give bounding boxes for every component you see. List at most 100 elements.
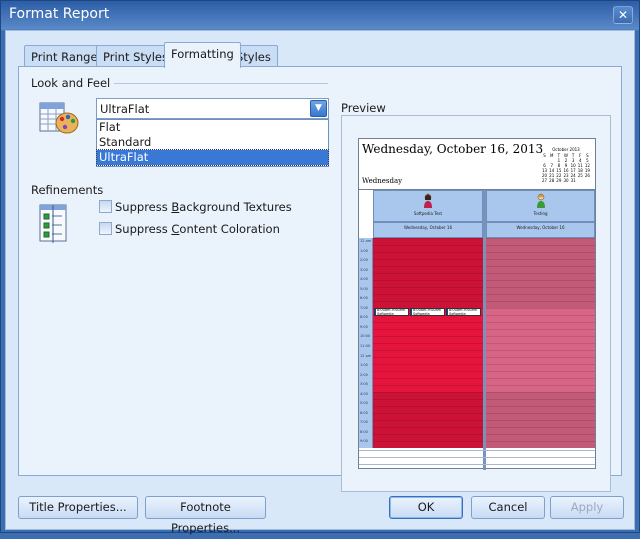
time-slot-label: 4:00 xyxy=(360,391,368,396)
mini-calendar-day xyxy=(584,178,591,183)
time-cell xyxy=(486,322,595,329)
suppress-background-textures-checkbox[interactable] xyxy=(99,200,112,213)
checklist-icon xyxy=(39,204,67,243)
time-cell xyxy=(373,406,483,413)
ok-button[interactable]: OK xyxy=(389,496,463,519)
time-slot-label: 5:00 xyxy=(360,401,368,406)
time-cell xyxy=(373,392,483,399)
time-cell xyxy=(486,378,595,385)
time-slot-label: 4:00 xyxy=(360,277,368,282)
time-slot-label: 9:00 xyxy=(360,324,368,329)
time-cell xyxy=(486,392,595,399)
time-slot-label: 7:00 xyxy=(360,305,368,310)
time-cell xyxy=(486,434,595,441)
appointment[interactable]: 8:00am-9:00am Softpedia xyxy=(374,308,409,316)
look-and-feel-combo[interactable]: UltraFlat ▼ xyxy=(96,98,329,119)
time-cell xyxy=(373,294,483,301)
empty-row xyxy=(359,450,595,457)
empty-row xyxy=(359,457,595,464)
time-cell xyxy=(486,350,595,357)
time-cell xyxy=(373,266,483,273)
tab-formatting[interactable]: Formatting xyxy=(164,42,241,68)
chevron-down-icon[interactable]: ▼ xyxy=(310,100,327,117)
time-cell xyxy=(486,371,595,378)
time-cell xyxy=(373,287,483,294)
time-cell xyxy=(373,336,483,343)
option-flat[interactable]: Flat xyxy=(97,120,328,135)
dialog-client-area: Print Ranges Print Styles Formatting Sty… xyxy=(5,30,635,535)
time-slot-label: 11:00 xyxy=(360,344,371,348)
appointment[interactable]: 8:00am-9:00am Softpedia xyxy=(446,308,481,316)
resource-header-1: Softpedia Test xyxy=(373,190,483,222)
time-slot-label: 1:00 xyxy=(360,248,368,253)
refinements-label: Refinements xyxy=(31,183,104,197)
time-cell xyxy=(373,399,483,406)
suppress-background-textures-row[interactable]: Suppress Background Textures xyxy=(99,200,292,216)
time-cell xyxy=(486,273,595,280)
option-ultraflat[interactable]: UltraFlat xyxy=(96,149,329,166)
time-cell xyxy=(373,434,483,441)
look-and-feel-label: Look and Feel xyxy=(31,76,111,90)
close-button[interactable]: ✕ xyxy=(613,6,633,24)
time-cell xyxy=(373,322,483,329)
preview-page: Wednesday, October 16, 2013 Wednesday Oc… xyxy=(358,138,596,470)
mini-calendar: October 2013 S M T W T F S 1 2 3 4 5 6 7 8 9 10 11 12 13 14 1… xyxy=(541,147,591,187)
suppress-content-coloration-row[interactable]: Suppress Content Coloration xyxy=(99,222,280,238)
time-slot-label: 12 am xyxy=(360,239,372,243)
time-cell xyxy=(486,413,595,420)
time-cell xyxy=(373,259,483,266)
time-cell xyxy=(486,308,595,315)
preview-label: Preview xyxy=(341,101,386,115)
male-user-icon xyxy=(536,193,545,208)
time-cell xyxy=(373,378,483,385)
option-standard[interactable]: Standard xyxy=(97,135,328,150)
apply-button[interactable]: Apply xyxy=(550,496,624,519)
formatting-panel: Look and Feel UltraFlat ▼ Flat Standard xyxy=(18,66,622,492)
day-column-2 xyxy=(486,238,595,448)
format-report-dialog: Format Report ✕ Print Ranges Print Style… xyxy=(0,0,640,535)
time-cell xyxy=(486,301,595,308)
time-cell xyxy=(486,385,595,392)
time-cell xyxy=(373,427,483,434)
time-cell xyxy=(486,238,595,245)
preview-date-heading: Wednesday, October 16, 2013 xyxy=(362,142,544,156)
time-cell xyxy=(486,287,595,294)
time-slot-label: 9:00 xyxy=(360,439,368,444)
time-cell xyxy=(486,329,595,336)
look-and-feel-value: UltraFlat xyxy=(100,102,150,116)
time-cell xyxy=(486,357,595,364)
time-cell xyxy=(373,280,483,287)
time-slot-label: 8:00 xyxy=(360,429,368,434)
time-slot-label: 6:00 xyxy=(360,296,368,301)
appointment-subject: Softpedia xyxy=(377,311,394,316)
title-bar: Format Report xyxy=(1,1,639,29)
time-cell xyxy=(373,441,483,448)
footnote-properties-button[interactable]: Footnote Properties... xyxy=(145,496,266,535)
mini-calendar-day: 29 xyxy=(556,178,562,183)
suppress-bg-prefix: Suppress xyxy=(115,200,172,214)
suppress-content-coloration-checkbox[interactable] xyxy=(99,222,112,235)
time-slot-label: 2:00 xyxy=(360,258,368,263)
time-cell xyxy=(373,343,483,350)
time-slot-label: 7:00 xyxy=(360,420,368,425)
look-and-feel-dropdown: Flat Standard UltraFlat xyxy=(96,119,329,167)
time-slot-label: 1:00 xyxy=(360,363,368,368)
appointment-subject: Softpedia xyxy=(413,311,430,316)
title-properties-button[interactable]: Title Properties... xyxy=(18,496,138,519)
appointment-subject: Softpedia xyxy=(449,311,466,316)
suppress-cc-rest: ontent Coloration xyxy=(179,222,280,236)
window-title: Format Report xyxy=(9,6,110,22)
cancel-button[interactable]: Cancel xyxy=(471,496,545,519)
time-ruler: 12 am 1:00 2:00 3:00 4:00 5:00 6:00 7:00 8:00 9:0… xyxy=(359,238,373,448)
time-cell xyxy=(373,301,483,308)
look-and-feel-divider xyxy=(114,83,328,84)
time-cell xyxy=(486,427,595,434)
appointment[interactable]: 8:00am-9:00am Softpedia xyxy=(410,308,445,316)
time-slot-label: 12 pm xyxy=(360,353,372,358)
time-cell xyxy=(373,420,483,427)
time-cell xyxy=(486,399,595,406)
schedule-grid: Softpedia Test Testing Wednesday, Octobe… xyxy=(359,189,595,470)
preview-day-label: Wednesday xyxy=(362,177,403,185)
time-cell xyxy=(373,252,483,259)
time-cell xyxy=(486,343,595,350)
